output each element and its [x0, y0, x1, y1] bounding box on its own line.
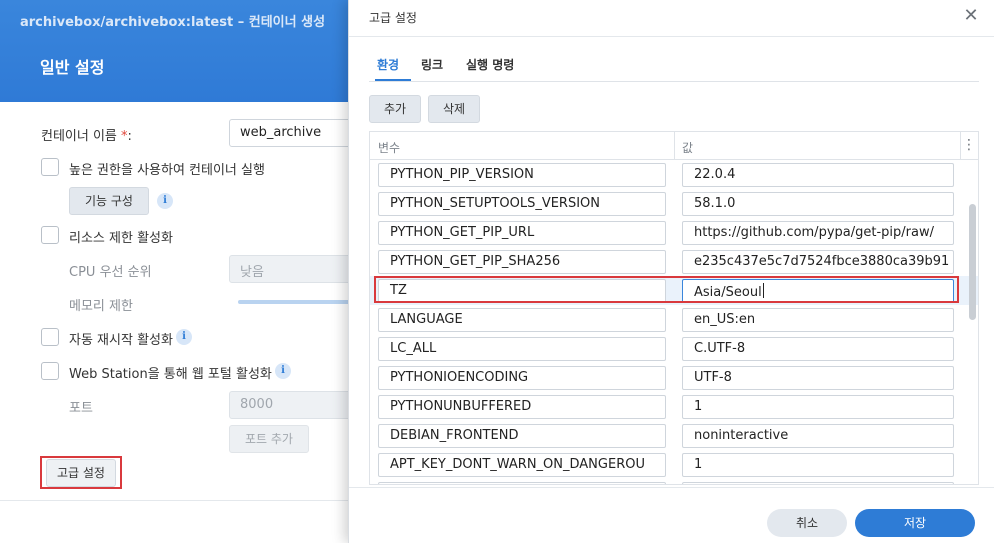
table-row[interactable]: PYTHON_SETUPTOOLS_VERSION 58.1.0: [370, 189, 978, 218]
active-tab-indicator: [375, 79, 411, 81]
table-row[interactable]: PYTHONIOENCODING UTF-8: [370, 363, 978, 392]
tab-links[interactable]: 링크: [421, 56, 443, 73]
highlight-box: [374, 276, 959, 303]
value-input[interactable]: https://github.com/pypa/get-pip/raw/: [682, 221, 954, 245]
cpu-priority-label: CPU 우선 순위: [69, 265, 152, 280]
value-input[interactable]: 1: [682, 395, 954, 419]
table-row[interactable]: PYTHON_GET_PIP_URL https://github.com/py…: [370, 218, 978, 247]
dialog-title: 고급 설정: [369, 11, 417, 25]
table-row[interactable]: LC_ALL C.UTF-8: [370, 334, 978, 363]
cpu-priority-select[interactable]: 낮음: [229, 255, 359, 283]
variable-input[interactable]: APT_KEY_DONT_WARN_ON_DANGEROU: [378, 453, 666, 477]
variable-input[interactable]: LC_ALL: [378, 337, 666, 361]
add-port-button[interactable]: 포트 추가: [229, 425, 309, 453]
grid-header: 변수 값 ⋮: [370, 132, 978, 160]
variable-input[interactable]: DEBIAN_FRONTEND: [378, 424, 666, 448]
variable-input[interactable]: PYTHON_PIP_VERSION: [378, 163, 666, 187]
table-row[interactable]: PYTHON_GET_PIP_SHA256 e235c437e5c7d7524f…: [370, 247, 978, 276]
port-input[interactable]: 8000: [229, 391, 359, 419]
save-button[interactable]: 저장: [855, 509, 975, 537]
info-icon[interactable]: i: [176, 329, 192, 345]
info-icon[interactable]: i: [157, 193, 173, 209]
divider: [349, 487, 994, 488]
port-label: 포트: [69, 401, 93, 416]
web-station-label: Web Station을 통해 웹 포털 활성화: [69, 367, 272, 382]
value-input[interactable]: [682, 482, 954, 484]
column-divider: [960, 132, 961, 160]
table-row[interactable]: DEBIAN_FRONTEND noninteractive: [370, 421, 978, 450]
table-row[interactable]: LANGUAGE en_US:en: [370, 305, 978, 334]
value-input[interactable]: en_US:en: [682, 308, 954, 332]
value-input[interactable]: 58.1.0: [682, 192, 954, 216]
more-options-icon[interactable]: ⋮: [962, 137, 976, 153]
memory-limit-label: 메모리 제한: [69, 299, 133, 314]
tab-execution-command[interactable]: 실행 명령: [466, 56, 514, 73]
close-icon[interactable]: ✕: [961, 6, 981, 26]
auto-restart-checkbox[interactable]: [41, 328, 59, 346]
variable-input[interactable]: PYTHON_GET_PIP_SHA256: [378, 250, 666, 274]
value-input[interactable]: UTF-8: [682, 366, 954, 390]
tab-environment[interactable]: 환경: [377, 56, 399, 73]
high-privilege-label: 높은 권한을 사용하여 컨테이너 실행: [69, 163, 265, 178]
table-row-partial[interactable]: [370, 479, 978, 484]
value-input[interactable]: 1: [682, 453, 954, 477]
container-name-label: 컨테이너 이름 *:: [41, 129, 132, 144]
divider: [0, 500, 350, 501]
variable-input[interactable]: PYTHONUNBUFFERED: [378, 395, 666, 419]
value-input[interactable]: e235c437e5c7d7524fbce3880ca39b91: [682, 250, 954, 274]
highlight-box: [40, 456, 122, 489]
info-icon[interactable]: i: [275, 363, 291, 379]
add-button[interactable]: 추가: [369, 95, 421, 123]
column-divider: [674, 132, 675, 160]
wizard-title: archivebox/archivebox:latest – 컨테이너 생성: [20, 15, 326, 30]
auto-restart-label: 자동 재시작 활성화: [69, 333, 173, 348]
column-header-variable[interactable]: 변수: [378, 139, 400, 156]
tab-divider: [369, 81, 979, 82]
capabilities-button[interactable]: 기능 구성: [69, 187, 149, 215]
environment-grid: 변수 값 ⋮ PYTHON_PIP_VERSION 22.0.4 PYTHON_…: [369, 131, 979, 485]
divider: [349, 36, 994, 37]
table-row[interactable]: PYTHON_PIP_VERSION 22.0.4: [370, 160, 978, 189]
variable-input[interactable]: [378, 482, 666, 484]
value-input[interactable]: 22.0.4: [682, 163, 954, 187]
resource-limit-label: 리소스 제한 활성화: [69, 231, 173, 246]
cancel-button[interactable]: 취소: [767, 509, 847, 537]
resource-limit-checkbox[interactable]: [41, 226, 59, 244]
variable-input[interactable]: LANGUAGE: [378, 308, 666, 332]
variable-input[interactable]: PYTHON_GET_PIP_URL: [378, 221, 666, 245]
high-privilege-checkbox[interactable]: [41, 158, 59, 176]
grid-scrollbar[interactable]: [969, 204, 976, 320]
value-input[interactable]: noninteractive: [682, 424, 954, 448]
table-row[interactable]: PYTHONUNBUFFERED 1: [370, 392, 978, 421]
column-header-value[interactable]: 값: [682, 139, 693, 156]
table-row[interactable]: APT_KEY_DONT_WARN_ON_DANGEROU 1: [370, 450, 978, 479]
variable-input[interactable]: PYTHONIOENCODING: [378, 366, 666, 390]
web-station-checkbox[interactable]: [41, 362, 59, 380]
container-name-input[interactable]: web_archive: [229, 119, 359, 147]
variable-input[interactable]: PYTHON_SETUPTOOLS_VERSION: [378, 192, 666, 216]
section-title: 일반 설정: [40, 58, 105, 77]
value-input[interactable]: C.UTF-8: [682, 337, 954, 361]
advanced-settings-dialog: 고급 설정 ✕ 환경 링크 실행 명령 추가 삭제 변수 값 ⋮ PYTHON_…: [348, 0, 994, 543]
memory-limit-slider[interactable]: [238, 300, 350, 304]
delete-button[interactable]: 삭제: [428, 95, 480, 123]
